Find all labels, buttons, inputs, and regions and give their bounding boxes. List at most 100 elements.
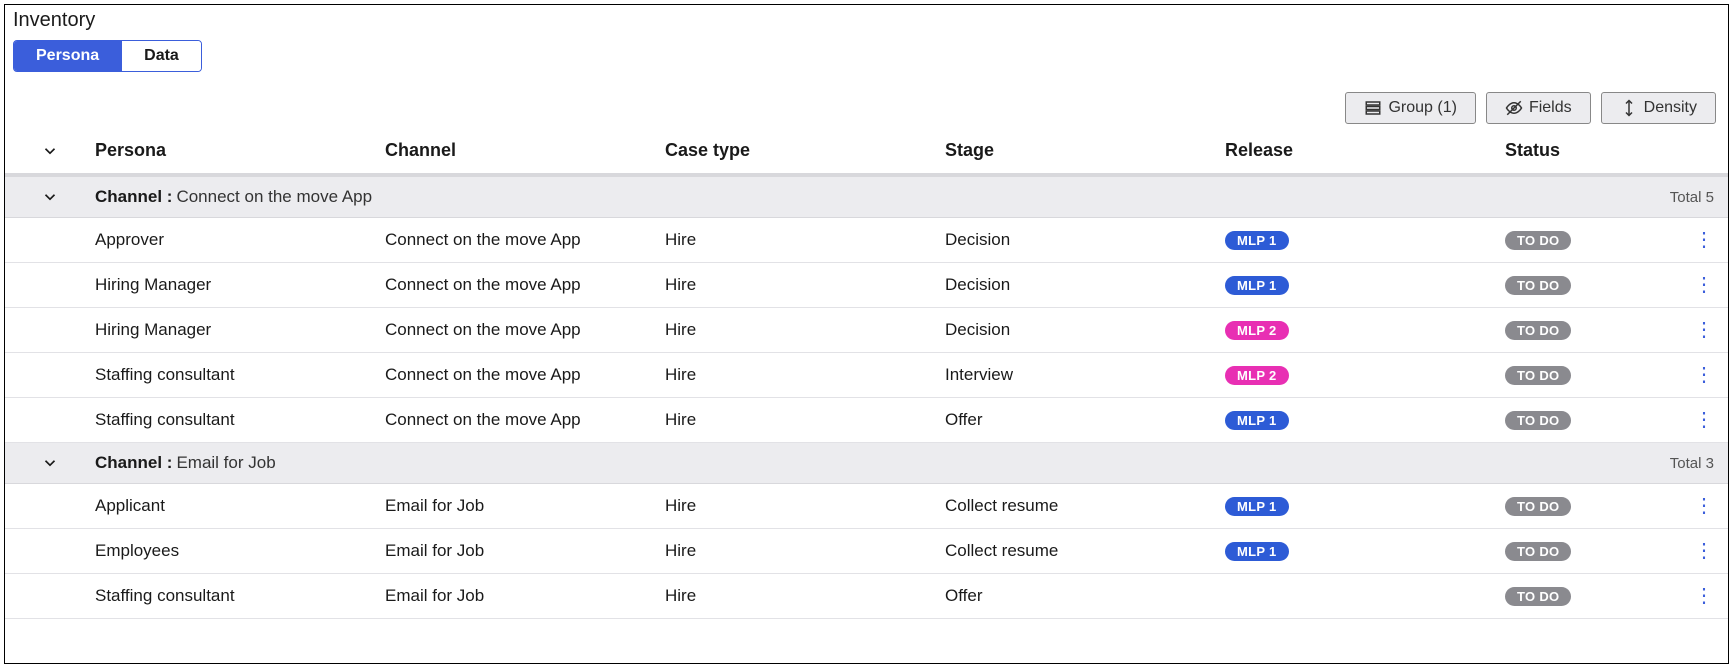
release-badge: MLP 2 [1225,321,1289,340]
cell-stage: Decision [945,320,1225,340]
cell-channel: Email for Job [385,541,665,561]
row-actions-button[interactable]: ⋮ [1678,365,1728,385]
cell-casetype: Hire [665,275,945,295]
group-row[interactable]: Channel : Email for JobTotal 3 [5,443,1728,484]
table-row[interactable]: Staffing consultantConnect on the move A… [5,353,1728,398]
fields-button[interactable]: Fields [1486,92,1591,124]
cell-status: TO DO [1505,410,1678,430]
density-button[interactable]: Density [1601,92,1716,124]
table-row[interactable]: Staffing consultantConnect on the move A… [5,398,1728,443]
cell-stage: Decision [945,275,1225,295]
table-row[interactable]: Hiring ManagerConnect on the move AppHir… [5,308,1728,353]
expand-all-toggle[interactable] [5,142,95,160]
header-release[interactable]: Release [1225,140,1505,161]
tab-persona[interactable]: Persona [14,41,121,71]
cell-channel: Connect on the move App [385,320,665,340]
cell-casetype: Hire [665,320,945,340]
cell-release: MLP 2 [1225,320,1505,340]
cell-status: TO DO [1505,320,1678,340]
cell-channel: Connect on the move App [385,275,665,295]
cell-casetype: Hire [665,586,945,606]
group-label: Channel : [95,187,172,207]
status-badge: TO DO [1505,587,1571,606]
table-row[interactable]: Staffing consultantEmail for JobHireOffe… [5,574,1728,619]
group-total: Total 3 [1670,455,1728,472]
release-badge: MLP 1 [1225,231,1289,250]
cell-casetype: Hire [665,410,945,430]
release-badge: MLP 1 [1225,276,1289,295]
cell-stage: Collect resume [945,496,1225,516]
table-row[interactable]: Hiring ManagerConnect on the move AppHir… [5,263,1728,308]
density-button-label: Density [1644,99,1697,117]
chevron-down-icon [41,142,59,160]
status-badge: TO DO [1505,366,1571,385]
row-actions-button[interactable]: ⋮ [1678,275,1728,295]
header-channel[interactable]: Channel [385,140,665,161]
group-button[interactable]: Group (1) [1345,92,1475,124]
release-badge: MLP 2 [1225,366,1289,385]
tabs-row: PersonaData [5,40,1728,92]
cell-persona: Staffing consultant [95,410,385,430]
more-vert-icon: ⋮ [1694,541,1712,561]
status-badge: TO DO [1505,411,1571,430]
eye-off-icon [1505,99,1523,117]
table-header-row: Persona Channel Case type Stage Release … [5,130,1728,177]
cell-release: MLP 1 [1225,541,1505,561]
table-row[interactable]: ApplicantEmail for JobHireCollect resume… [5,484,1728,529]
row-actions-button[interactable]: ⋮ [1678,586,1728,606]
cell-status: TO DO [1505,541,1678,561]
cell-release: MLP 1 [1225,496,1505,516]
cell-casetype: Hire [665,496,945,516]
cell-release: MLP 1 [1225,275,1505,295]
chevron-down-icon [41,454,59,472]
cell-casetype: Hire [665,230,945,250]
header-casetype[interactable]: Case type [665,140,945,161]
row-actions-button[interactable]: ⋮ [1678,541,1728,561]
more-vert-icon: ⋮ [1694,365,1712,385]
group-toggle[interactable] [5,188,95,206]
group-toggle[interactable] [5,454,95,472]
release-badge: MLP 1 [1225,542,1289,561]
tabs: PersonaData [13,40,202,72]
cell-stage: Offer [945,586,1225,606]
row-actions-button[interactable]: ⋮ [1678,410,1728,430]
table-row[interactable]: ApproverConnect on the move AppHireDecis… [5,218,1728,263]
cell-release: MLP 1 [1225,410,1505,430]
header-status[interactable]: Status [1505,140,1678,161]
header-stage[interactable]: Stage [945,140,1225,161]
status-badge: TO DO [1505,542,1571,561]
group-value: Email for Job [176,453,275,473]
cell-persona: Staffing consultant [95,365,385,385]
tab-data[interactable]: Data [121,41,201,71]
more-vert-icon: ⋮ [1694,586,1712,606]
fields-button-label: Fields [1529,99,1572,117]
table-row[interactable]: EmployeesEmail for JobHireCollect resume… [5,529,1728,574]
status-badge: TO DO [1505,231,1571,250]
cell-status: TO DO [1505,365,1678,385]
cell-persona: Staffing consultant [95,586,385,606]
cell-channel: Connect on the move App [385,410,665,430]
row-actions-button[interactable]: ⋮ [1678,320,1728,340]
cell-casetype: Hire [665,365,945,385]
row-actions-button[interactable]: ⋮ [1678,496,1728,516]
status-badge: TO DO [1505,497,1571,516]
group-row[interactable]: Channel : Connect on the move AppTotal 5 [5,177,1728,218]
cell-channel: Email for Job [385,586,665,606]
more-vert-icon: ⋮ [1694,275,1712,295]
density-icon [1620,99,1638,117]
cell-stage: Interview [945,365,1225,385]
header-persona[interactable]: Persona [95,140,385,161]
group-button-label: Group (1) [1388,99,1456,117]
cell-channel: Connect on the move App [385,365,665,385]
cell-channel: Connect on the move App [385,230,665,250]
cell-persona: Employees [95,541,385,561]
cell-channel: Email for Job [385,496,665,516]
app-frame: Inventory PersonaData Group (1) Fields D… [4,4,1729,664]
page-title: Inventory [5,5,1728,40]
cell-casetype: Hire [665,541,945,561]
chevron-down-icon [41,188,59,206]
cell-stage: Offer [945,410,1225,430]
cell-status: TO DO [1505,586,1678,606]
row-actions-button[interactable]: ⋮ [1678,230,1728,250]
cell-stage: Collect resume [945,541,1225,561]
